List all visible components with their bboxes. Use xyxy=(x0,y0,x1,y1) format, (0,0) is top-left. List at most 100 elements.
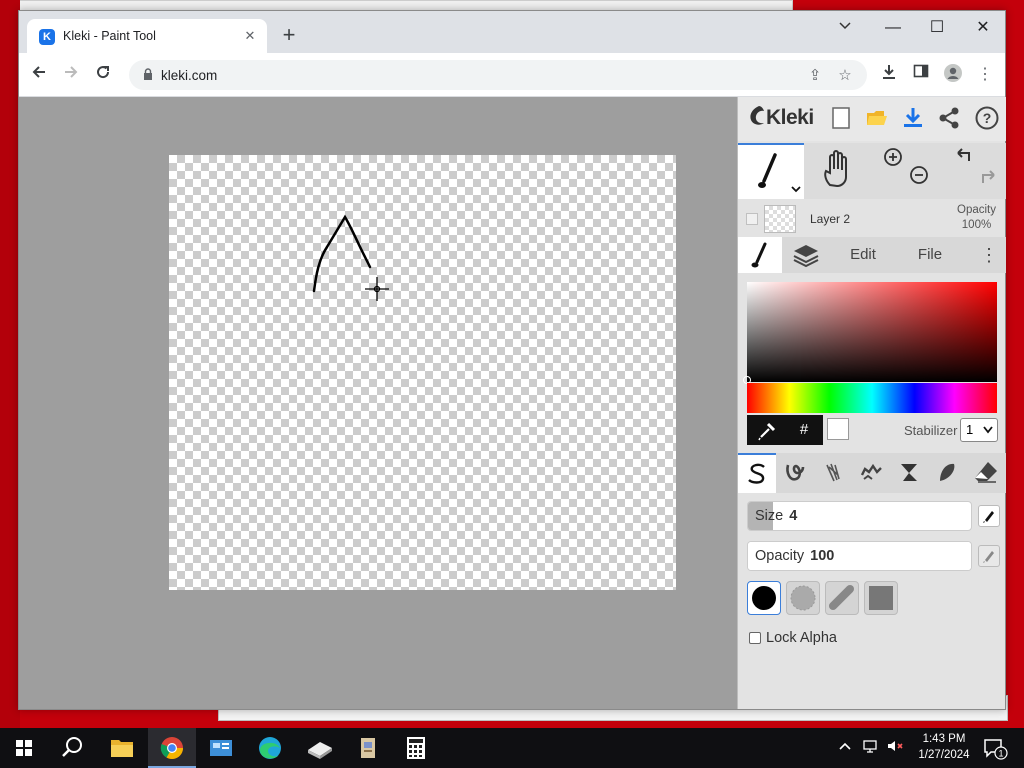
new-image-icon[interactable] xyxy=(828,105,854,131)
lock-alpha-label: Lock Alpha xyxy=(766,630,837,646)
opacity-value: 100 xyxy=(810,548,835,564)
hex-input-button[interactable]: # xyxy=(785,415,823,445)
clock-time: 1:43 PM xyxy=(922,733,966,745)
stabilizer-value: 1 xyxy=(966,422,974,437)
kleki-header: Kleki ? xyxy=(738,97,1006,141)
tab-brush[interactable] xyxy=(738,237,782,273)
zoom-buttons[interactable] xyxy=(870,143,936,199)
saturation-value-picker[interactable] xyxy=(743,282,997,384)
blend-brush-tab[interactable] xyxy=(776,453,814,493)
calculator-icon[interactable] xyxy=(392,728,440,768)
side-panel-icon[interactable] xyxy=(909,63,933,87)
hue-slider[interactable] xyxy=(747,383,997,413)
crosshair-cursor xyxy=(365,277,389,301)
notepad-app-icon[interactable] xyxy=(344,728,392,768)
notification-count: 1 xyxy=(998,749,1003,759)
layer-preview-row[interactable]: Layer 2 Opacity 100% xyxy=(738,201,1006,237)
tab-title: Kleki - Paint Tool xyxy=(63,29,156,43)
tab-strip: K Kleki - Paint Tool ✕ + — ☐ ✕ xyxy=(19,11,1005,53)
hand-tool-button[interactable] xyxy=(804,143,870,199)
open-folder-icon[interactable] xyxy=(864,105,890,131)
undo-redo-buttons[interactable] xyxy=(936,143,1006,199)
profile-avatar-icon[interactable] xyxy=(941,63,965,87)
kleki-page: Kleki ? Layer 2 Opacity 100% Edit File ⋮… xyxy=(19,97,1006,709)
size-pressure-toggle-icon[interactable] xyxy=(978,505,1000,527)
chrome-taskbar-icon[interactable] xyxy=(148,728,196,768)
minimize-button[interactable]: — xyxy=(871,15,915,41)
more-menu-icon[interactable]: ⋮ xyxy=(974,237,1004,273)
eraser-tab[interactable] xyxy=(966,453,1006,493)
tab-search-chevron-icon[interactable] xyxy=(823,15,867,41)
reload-icon[interactable] xyxy=(91,63,115,87)
save-download-icon[interactable] xyxy=(900,105,926,131)
tab-file[interactable]: File xyxy=(902,237,958,273)
clock-date: 1/27/2024 xyxy=(918,749,970,761)
help-icon[interactable]: ? xyxy=(974,105,1000,131)
layer-opacity-value: 100% xyxy=(961,219,992,231)
share-nodes-icon[interactable] xyxy=(936,105,962,131)
opacity-slider[interactable]: Opacity 100 xyxy=(747,541,972,571)
chisel-shape-button[interactable] xyxy=(825,581,859,615)
tool-bar xyxy=(738,143,1006,199)
kleki-logo[interactable]: Kleki xyxy=(748,105,814,130)
size-slider[interactable]: Size 4 xyxy=(747,501,972,531)
desktop-wallpaper xyxy=(0,0,20,728)
layer-thumbnail xyxy=(764,205,796,233)
network-icon[interactable] xyxy=(862,738,880,757)
kleki-favicon-icon: K xyxy=(39,29,55,45)
tab-edit[interactable]: Edit xyxy=(834,237,892,273)
tab-close-icon[interactable]: ✕ xyxy=(241,27,259,45)
pixel-brush-tab[interactable] xyxy=(852,453,890,493)
share-icon[interactable]: ⇪ xyxy=(805,66,825,86)
lock-alpha-checkbox[interactable] xyxy=(749,632,761,644)
windows-start-icon[interactable] xyxy=(0,728,48,768)
layer-opacity: Opacity 100% xyxy=(957,203,996,233)
layer-visibility-checkbox[interactable] xyxy=(746,213,758,225)
svg-text:?: ? xyxy=(983,110,992,126)
edge-icon[interactable] xyxy=(246,728,294,768)
pen-brush-tab[interactable] xyxy=(738,453,776,493)
close-window-button[interactable]: ✕ xyxy=(961,15,1005,41)
new-tab-button[interactable]: + xyxy=(277,24,301,48)
stabilizer-select[interactable]: 1 xyxy=(960,418,998,442)
clock[interactable]: 1:43 PM 1/27/2024 xyxy=(912,731,976,763)
lock-icon xyxy=(144,68,152,80)
square-shape-button[interactable] xyxy=(864,581,898,615)
forward-arrow-icon[interactable] xyxy=(59,63,83,87)
address-bar[interactable]: kleki.com ⇪ ☆ xyxy=(129,60,867,90)
tab-layers[interactable] xyxy=(782,237,830,273)
browser-menu-icon[interactable]: ⋮ xyxy=(973,63,997,87)
bookmark-star-icon[interactable]: ☆ xyxy=(835,66,855,86)
panel-tabs: Edit File ⋮ xyxy=(738,237,1006,273)
download-icon[interactable] xyxy=(877,63,901,87)
secondary-color-swatch[interactable] xyxy=(827,418,849,440)
smudge-brush-tab[interactable] xyxy=(928,453,966,493)
chrome-window: K Kleki - Paint Tool ✕ + — ☐ ✕ kleki.com… xyxy=(18,10,1006,710)
eyedropper-icon[interactable] xyxy=(747,415,785,445)
size-value: 4 xyxy=(789,508,798,524)
brush-shape-row xyxy=(747,581,997,617)
browser-tab[interactable]: K Kleki - Paint Tool ✕ xyxy=(27,19,267,53)
round-hard-shape-button[interactable] xyxy=(747,581,781,615)
file-explorer-icon[interactable] xyxy=(98,728,146,768)
search-icon[interactable] xyxy=(48,728,96,768)
show-hidden-icons-chevron-icon[interactable] xyxy=(838,738,852,757)
kleki-side-panel: Kleki ? Layer 2 Opacity 100% Edit File ⋮… xyxy=(737,97,1006,709)
stabilizer-label: Stabilizer xyxy=(904,423,958,438)
windows-taskbar: 1:43 PM 1/27/2024 1 xyxy=(0,728,1024,768)
opacity-pressure-toggle-icon[interactable] xyxy=(978,545,1000,567)
round-soft-shape-button[interactable] xyxy=(786,581,820,615)
layer-name: Layer 2 xyxy=(810,212,851,226)
maximize-button[interactable]: ☐ xyxy=(915,15,959,41)
sketchy-brush-tab[interactable] xyxy=(814,453,852,493)
canvas-drawing xyxy=(312,214,389,301)
volume-muted-icon[interactable] xyxy=(886,738,906,757)
notifications-icon[interactable]: 1 xyxy=(982,736,1008,763)
back-arrow-icon[interactable] xyxy=(27,63,51,87)
brush-tool-button[interactable] xyxy=(738,143,804,199)
control-panel-icon[interactable] xyxy=(197,728,245,768)
chemy-brush-tab[interactable] xyxy=(890,453,928,493)
chevron-down-icon xyxy=(983,426,993,434)
eraser-app-icon[interactable] xyxy=(296,728,344,768)
drawing-canvas[interactable] xyxy=(169,155,676,590)
